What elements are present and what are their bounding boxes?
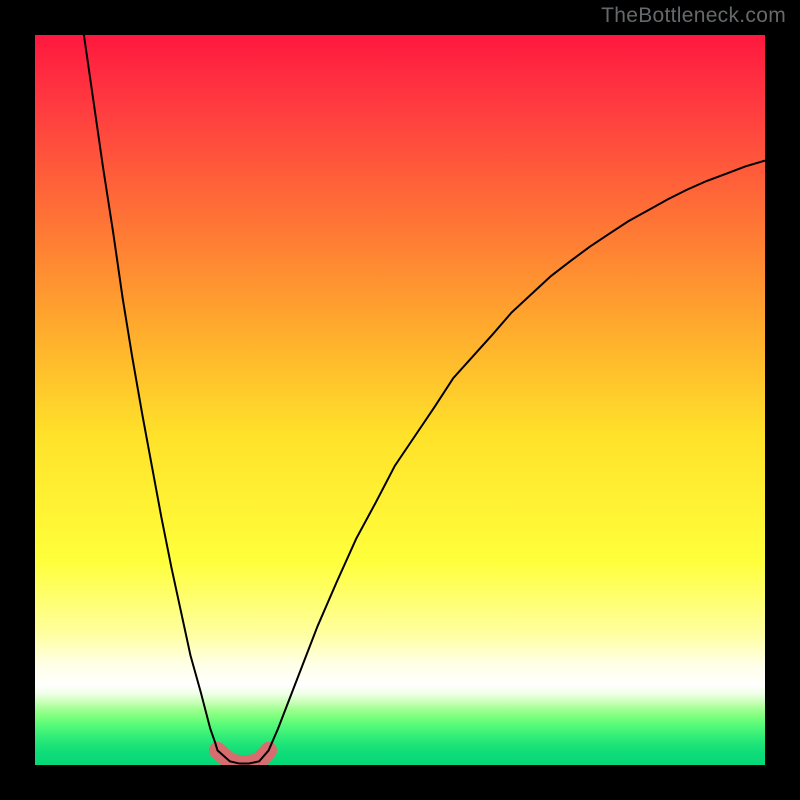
watermark-text: TheBottleneck.com (601, 4, 786, 28)
chart-frame: TheBottleneck.com (0, 0, 800, 800)
chart-canvas (35, 35, 765, 765)
chart-background (35, 35, 765, 765)
